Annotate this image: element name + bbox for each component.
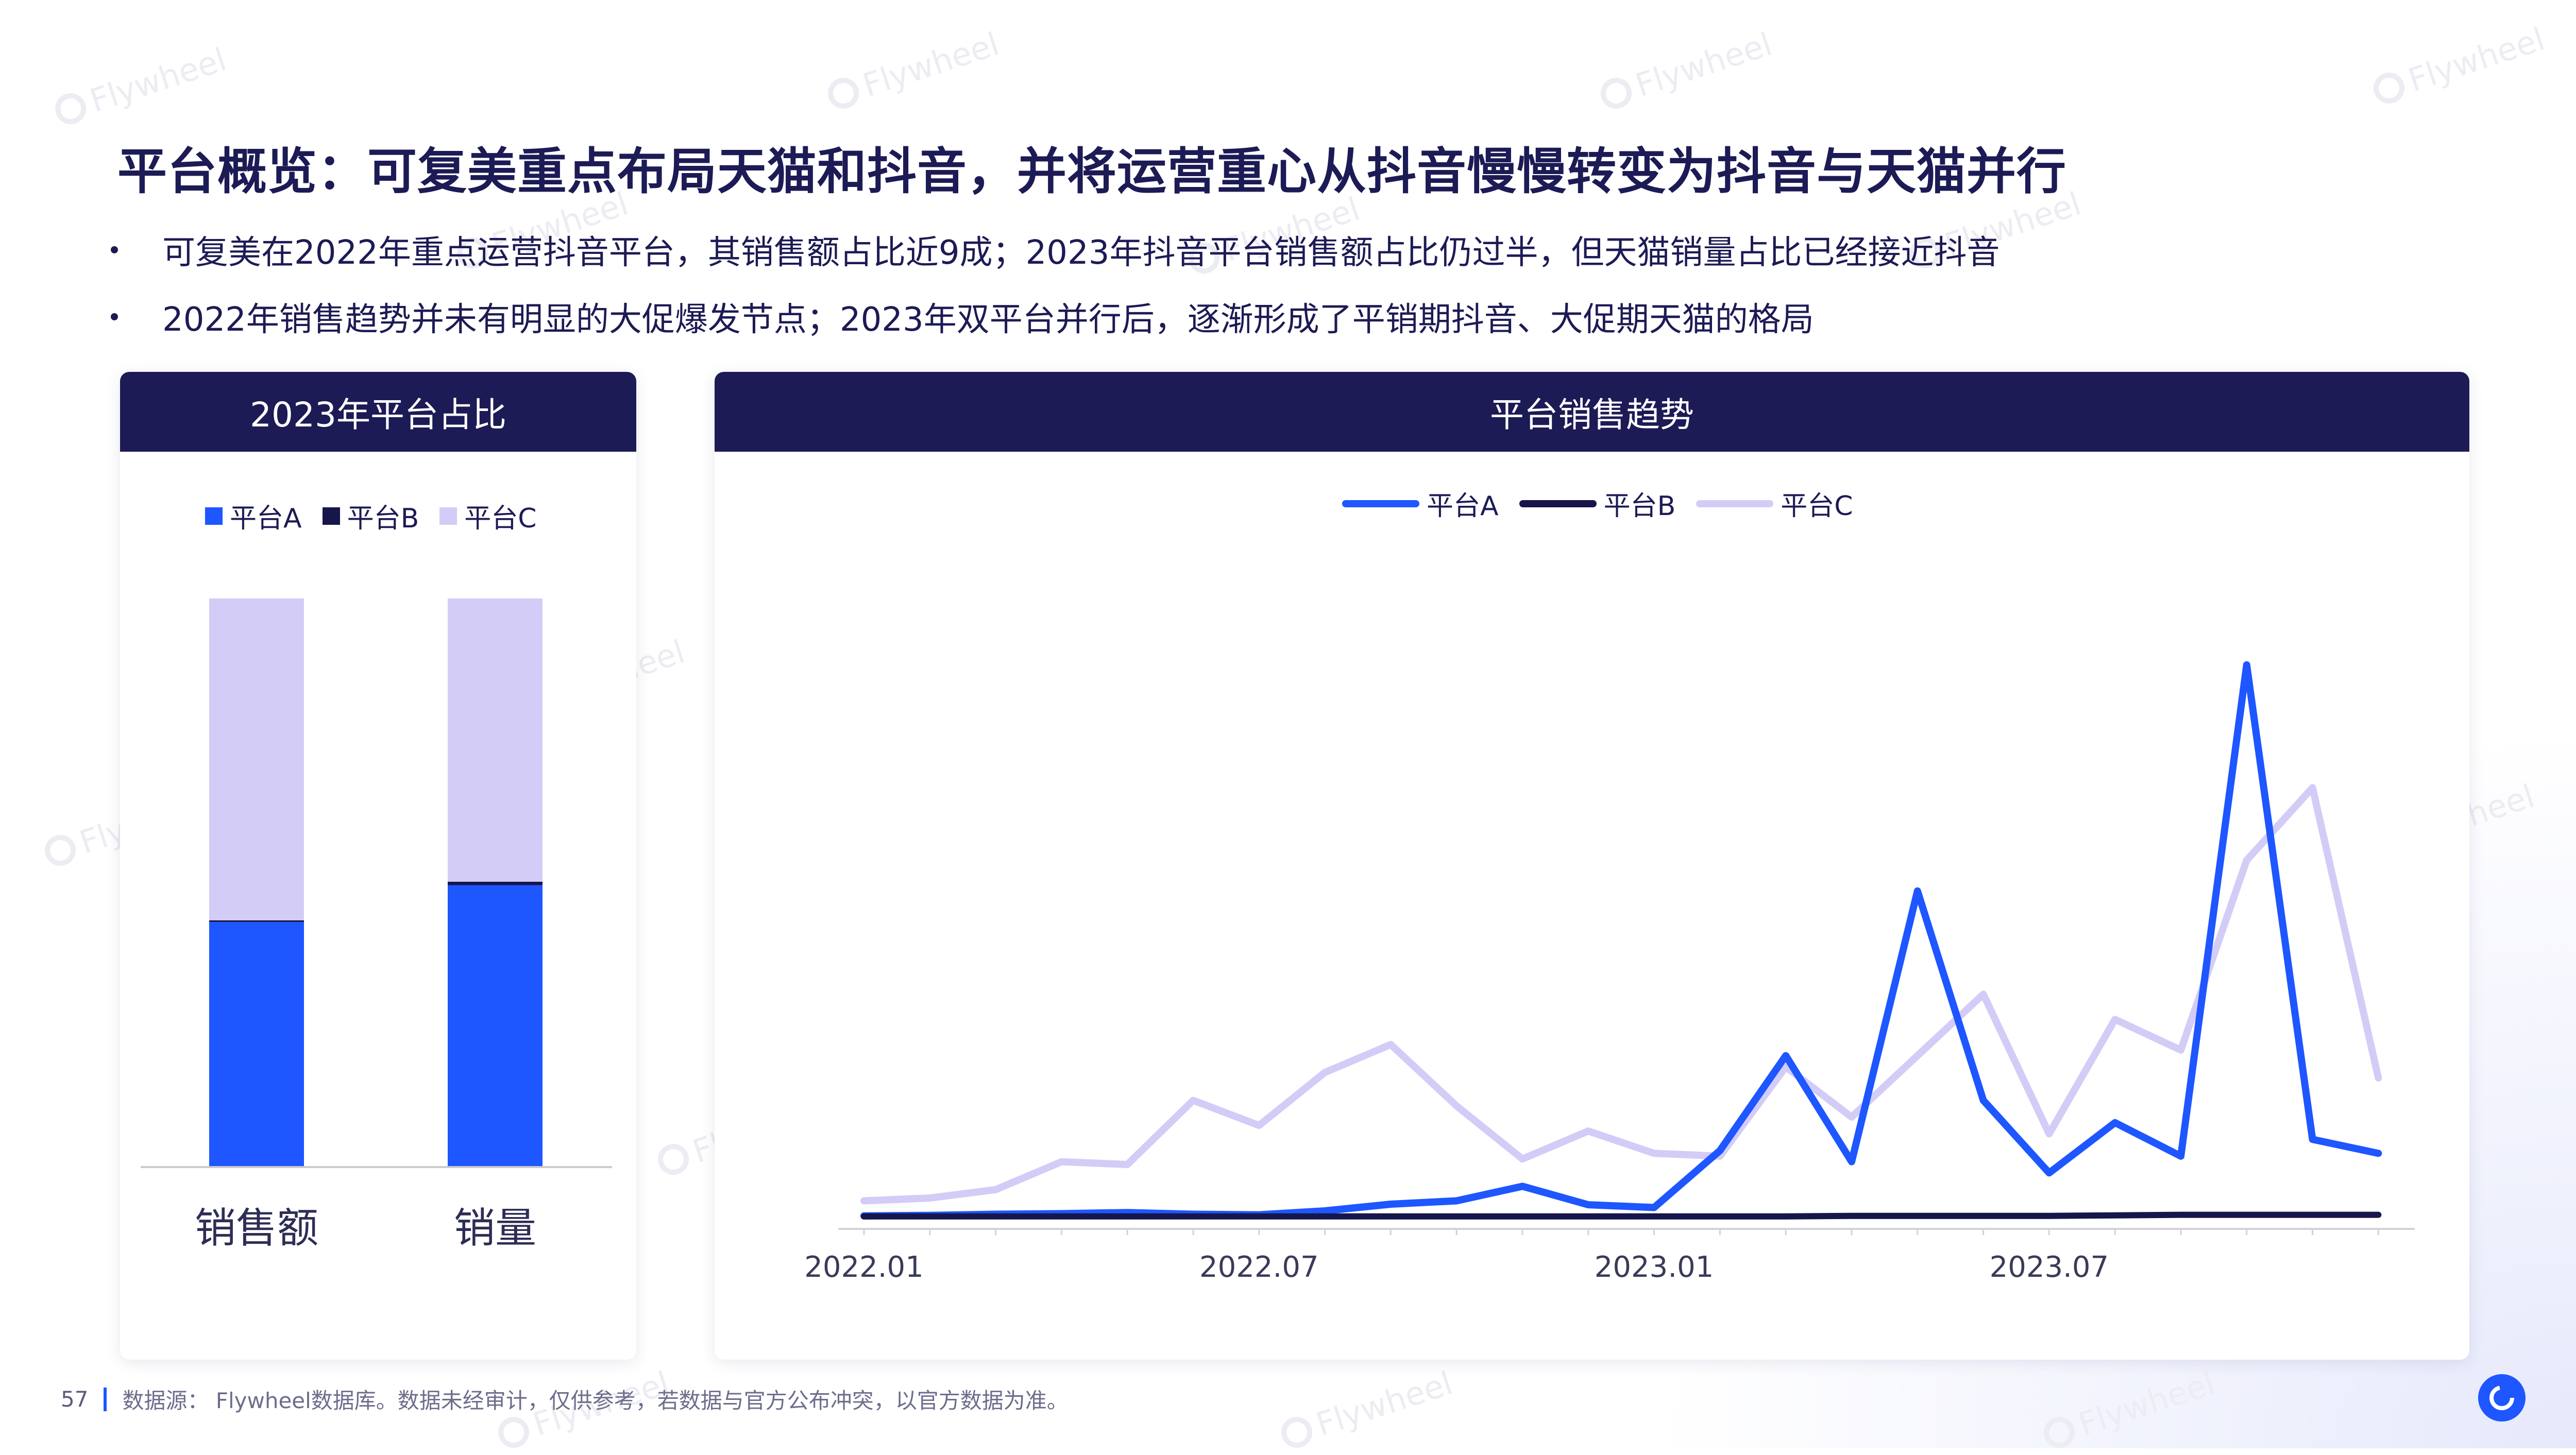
x-tick-label: 2023.01 bbox=[1595, 1251, 1714, 1284]
watermark-logo-icon bbox=[654, 1139, 693, 1179]
watermark-text: Flywheel bbox=[85, 40, 231, 120]
share-bar-chart: 销售额 销量 bbox=[141, 598, 612, 1252]
watermark: Flywheel bbox=[1596, 25, 1776, 115]
watermark-logo-icon bbox=[1277, 1412, 1316, 1452]
share-panel: 2023年平台占比 平台A 平台B 平台C 销售额 销量 bbox=[120, 372, 636, 1360]
logo-swirl-icon bbox=[2489, 1385, 2514, 1410]
bullet-item: 可复美在2022年重点运营抖音平台，其销售额占比近9成；2023年抖音平台销售额… bbox=[111, 227, 1999, 273]
watermark-text: Flywheel bbox=[1311, 1364, 1457, 1444]
watermark-text: Flywheel bbox=[858, 25, 1004, 105]
x-tick-label: 2022.07 bbox=[1199, 1251, 1319, 1284]
series-line bbox=[860, 661, 2382, 1220]
page-title: 平台概览：可复美重点布局天猫和抖音，并将运营重心从抖音慢慢转变为抖音与天猫并行 bbox=[117, 143, 2066, 200]
bullet-dot bbox=[111, 313, 118, 320]
x-tick-label: 2023.07 bbox=[1990, 1251, 2109, 1284]
watermark-logo-icon bbox=[824, 73, 863, 113]
watermark: Flywheel bbox=[823, 25, 1004, 115]
watermark: Flywheel bbox=[2368, 20, 2549, 110]
watermark-logo-icon bbox=[494, 1412, 533, 1452]
trend-line-chart: 2022.01 2022.07 2023.01 2023.07 bbox=[804, 661, 2415, 1284]
footer-divider bbox=[104, 1387, 107, 1411]
x-tick-label: 2022.01 bbox=[804, 1251, 924, 1284]
bullet-text: 可复美在2022年重点运营抖音平台，其销售额占比近9成；2023年抖音平台销售额… bbox=[162, 234, 2000, 272]
page-number: 57 bbox=[61, 1386, 89, 1412]
bar-segment bbox=[448, 881, 543, 885]
series-line bbox=[861, 1211, 2382, 1220]
trend-panel: 平台销售趋势 平台A 平台B 平台C 2022.01 2022.07 2023.01… bbox=[715, 372, 2469, 1360]
category-label: 销量 bbox=[454, 1204, 536, 1252]
watermark: Flywheel bbox=[1276, 1364, 1457, 1454]
bullet-text: 2022年销售趋势并未有明显的大促爆发节点；2023年双平台并行后，逐渐形成了平… bbox=[162, 301, 1814, 339]
watermark-text: Flywheel bbox=[1631, 25, 1776, 105]
watermark-logo-icon bbox=[41, 830, 80, 870]
bar-segment bbox=[209, 920, 304, 922]
bar-segment bbox=[448, 885, 543, 1166]
watermark-text: Flywheel bbox=[2403, 20, 2549, 99]
watermark-logo-icon bbox=[2369, 68, 2409, 108]
footer: 57 数据源： Flywheel数据库。数据未经审计，仅供参考，若数据与官方公布… bbox=[61, 1383, 1069, 1415]
category-label: 销售额 bbox=[195, 1204, 318, 1252]
bullet-item: 2022年销售趋势并未有明显的大促爆发节点；2023年双平台并行后，逐渐形成了平… bbox=[111, 294, 1999, 340]
bullet-dot bbox=[111, 246, 118, 253]
bar-segment bbox=[448, 598, 543, 882]
watermark-logo-icon bbox=[1597, 73, 1636, 113]
watermark: Flywheel bbox=[50, 40, 231, 131]
bar-segment bbox=[209, 598, 304, 920]
watermark-logo-icon bbox=[51, 89, 90, 128]
source-note: 数据源： Flywheel数据库。数据未经审计，仅供参考，若数据与官方公布冲突，… bbox=[122, 1388, 1069, 1413]
brand-logo-icon bbox=[2478, 1374, 2526, 1422]
bullet-list: 可复美在2022年重点运营抖音平台，其销售额占比近9成；2023年抖音平台销售额… bbox=[111, 227, 1999, 361]
bar-segment bbox=[209, 922, 304, 1166]
